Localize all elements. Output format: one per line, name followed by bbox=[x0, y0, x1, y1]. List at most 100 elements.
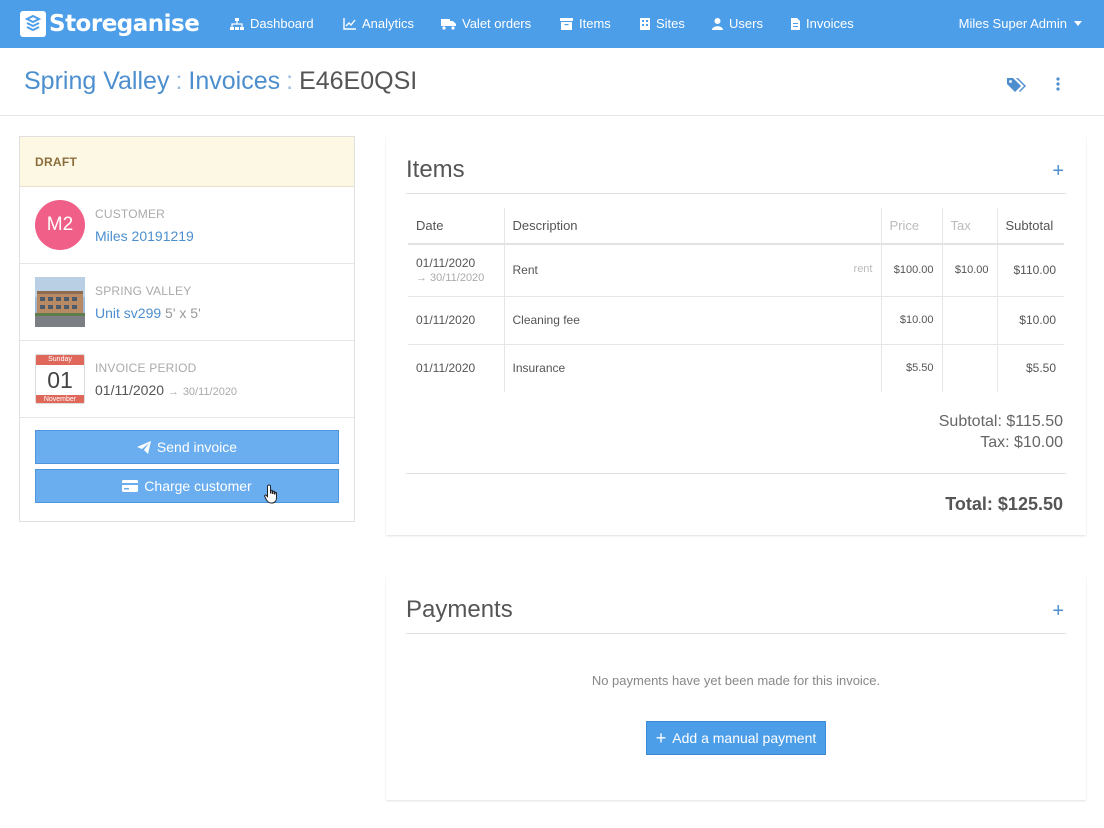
unit-row: SPRING VALLEY Unit sv299 5' x 5' bbox=[20, 264, 354, 341]
table-header-row: Date Description Price Tax Subtotal bbox=[408, 208, 1064, 245]
invoice-period-row: Sunday 01 November INVOICE PERIOD 01/11/… bbox=[20, 341, 354, 418]
customer-label: CUSTOMER bbox=[95, 207, 166, 221]
item-price: $10.00 bbox=[880, 295, 942, 344]
calendar-month: November bbox=[36, 395, 84, 403]
add-item-plus-icon[interactable]: + bbox=[1052, 160, 1064, 183]
item-description: Cleaning fee bbox=[503, 295, 881, 344]
divider bbox=[406, 473, 1066, 474]
item-date-start: 01/11/2020 bbox=[416, 256, 476, 271]
column-header-tax: Tax bbox=[941, 208, 997, 245]
items-table: Date Description Price Tax Subtotal 01/1… bbox=[408, 208, 1064, 392]
calendar-day: 01 bbox=[47, 367, 73, 393]
nav-label-items: Items bbox=[579, 16, 611, 31]
brand-logo[interactable]: Storeganise bbox=[20, 10, 200, 38]
period-start: 01/11/2020 bbox=[95, 382, 165, 398]
table-row[interactable]: 01/11/2020 Insurance $5.50 $5.50 bbox=[408, 343, 1064, 392]
item-price: $100.00 bbox=[880, 244, 942, 296]
item-description-text: Rent bbox=[512, 263, 538, 278]
unit-link[interactable]: Unit sv299 5' x 5' bbox=[95, 305, 201, 321]
item-type-tag: rent bbox=[853, 263, 873, 276]
add-payment-plus-icon[interactable]: + bbox=[1052, 600, 1064, 623]
total-value: Total: $125.50 bbox=[945, 494, 1063, 514]
calendar-weekday: Sunday bbox=[36, 355, 84, 365]
nav-item-items[interactable]: Items bbox=[560, 16, 611, 31]
invoice-summary-panel: DRAFT M2 CUSTOMER Miles 20191219 SPRING … bbox=[19, 136, 355, 522]
item-tax: $10.00 bbox=[941, 244, 997, 296]
empty-payments-message: No payments have yet been made for this … bbox=[591, 673, 881, 688]
user-icon bbox=[712, 17, 723, 30]
tags-icon[interactable] bbox=[1007, 77, 1027, 98]
nav-item-sites[interactable]: Sites bbox=[640, 16, 685, 31]
payments-title: Payments bbox=[406, 596, 513, 623]
payments-card: Payments + No payments have yet been mad… bbox=[386, 576, 1086, 800]
hand-pointer-cursor-icon bbox=[264, 484, 280, 509]
page-title: Spring Valley: Invoices: E46E0QSI bbox=[24, 67, 417, 96]
item-date-end: → 30/11/2020 bbox=[416, 272, 485, 285]
item-description: Rent rent bbox=[503, 244, 881, 296]
more-vertical-icon[interactable] bbox=[1056, 77, 1060, 96]
site-label: SPRING VALLEY bbox=[95, 284, 192, 298]
chart-icon bbox=[343, 17, 356, 30]
divider bbox=[406, 193, 1066, 194]
nav-label-invoices: Invoices bbox=[806, 16, 854, 31]
nav-item-invoices[interactable]: Invoices bbox=[791, 16, 854, 31]
breadcrumb-invoices-link[interactable]: Invoices bbox=[188, 67, 280, 95]
archive-icon bbox=[560, 17, 573, 30]
item-subtotal: $10.00 bbox=[996, 295, 1064, 344]
site-photo-image bbox=[35, 277, 85, 327]
totals-summary: Subtotal: $115.50 Tax: $10.00 bbox=[939, 411, 1063, 453]
item-date: 01/11/2020 bbox=[408, 295, 504, 344]
top-navbar: Storeganise Dashboard Analytics Valet or… bbox=[0, 0, 1104, 48]
column-header-description: Description bbox=[503, 208, 881, 245]
send-invoice-label: Send invoice bbox=[156, 439, 238, 455]
tax-value: Tax: $10.00 bbox=[980, 434, 1063, 451]
page-header: Spring Valley: Invoices: E46E0QSI bbox=[0, 48, 1104, 116]
item-tax bbox=[941, 343, 997, 392]
items-title: Items bbox=[406, 156, 465, 183]
paper-plane-icon bbox=[136, 440, 151, 454]
caret-down-icon bbox=[1074, 21, 1082, 26]
add-manual-payment-button[interactable]: + Add a manual payment bbox=[646, 721, 826, 755]
invoice-period-label: INVOICE PERIOD bbox=[95, 361, 197, 375]
divider bbox=[406, 633, 1066, 634]
subtotal-value: Subtotal: $115.50 bbox=[938, 413, 1063, 430]
unit-name: Unit sv299 bbox=[95, 305, 162, 321]
status-badge: DRAFT bbox=[20, 137, 354, 187]
nav-item-users[interactable]: Users bbox=[712, 16, 763, 31]
period-end: 30/11/2020 bbox=[182, 386, 238, 398]
breadcrumb-site-link[interactable]: Spring Valley bbox=[24, 67, 169, 95]
nav-item-dashboard[interactable]: Dashboard bbox=[230, 16, 314, 31]
user-menu-dropdown[interactable]: Miles Super Admin bbox=[959, 16, 1082, 31]
nav-item-valet-orders[interactable]: Valet orders bbox=[441, 16, 531, 31]
item-subtotal: $110.00 bbox=[996, 244, 1064, 296]
storeganise-logo-icon bbox=[20, 11, 46, 37]
add-manual-payment-label: Add a manual payment bbox=[672, 730, 817, 746]
nav-label-dashboard: Dashboard bbox=[250, 16, 314, 31]
item-date: 01/11/2020 → 30/11/2020 bbox=[408, 244, 504, 296]
period-arrow: → bbox=[167, 386, 179, 398]
items-card: Items + Date Description Price Tax Subto… bbox=[386, 136, 1086, 535]
nav-label-analytics: Analytics bbox=[362, 16, 415, 31]
avatar: M2 bbox=[35, 200, 85, 250]
breadcrumb-separator: : bbox=[175, 67, 183, 95]
breadcrumb-separator: : bbox=[286, 67, 294, 95]
send-invoice-button[interactable]: Send invoice bbox=[35, 430, 339, 464]
building-icon bbox=[640, 17, 650, 30]
breadcrumb-current: E46E0QSI bbox=[299, 67, 418, 95]
column-header-subtotal: Subtotal bbox=[996, 208, 1064, 245]
invoice-period-value: 01/11/2020 → 30/11/2020 bbox=[95, 382, 237, 398]
brand-name: Storeganise bbox=[49, 11, 200, 37]
customer-name-link[interactable]: Miles 20191219 bbox=[95, 228, 194, 244]
table-row[interactable]: 01/11/2020 → 30/11/2020 Rent rent $100.00 … bbox=[408, 244, 1064, 296]
column-header-price: Price bbox=[880, 208, 942, 245]
nav-item-analytics[interactable]: Analytics bbox=[343, 16, 414, 31]
nav-label-users: Users bbox=[729, 16, 763, 31]
calendar-icon: Sunday 01 November bbox=[35, 354, 85, 404]
item-price: $5.50 bbox=[880, 343, 942, 392]
table-row[interactable]: 01/11/2020 Cleaning fee $10.00 $10.00 bbox=[408, 295, 1064, 344]
item-date: 01/11/2020 bbox=[408, 343, 504, 392]
unit-size: 5' x 5' bbox=[165, 305, 201, 321]
nav-label-valet-orders: Valet orders bbox=[462, 16, 532, 31]
nav-label-sites: Sites bbox=[656, 16, 685, 31]
charge-customer-button[interactable]: Charge customer bbox=[35, 469, 339, 503]
